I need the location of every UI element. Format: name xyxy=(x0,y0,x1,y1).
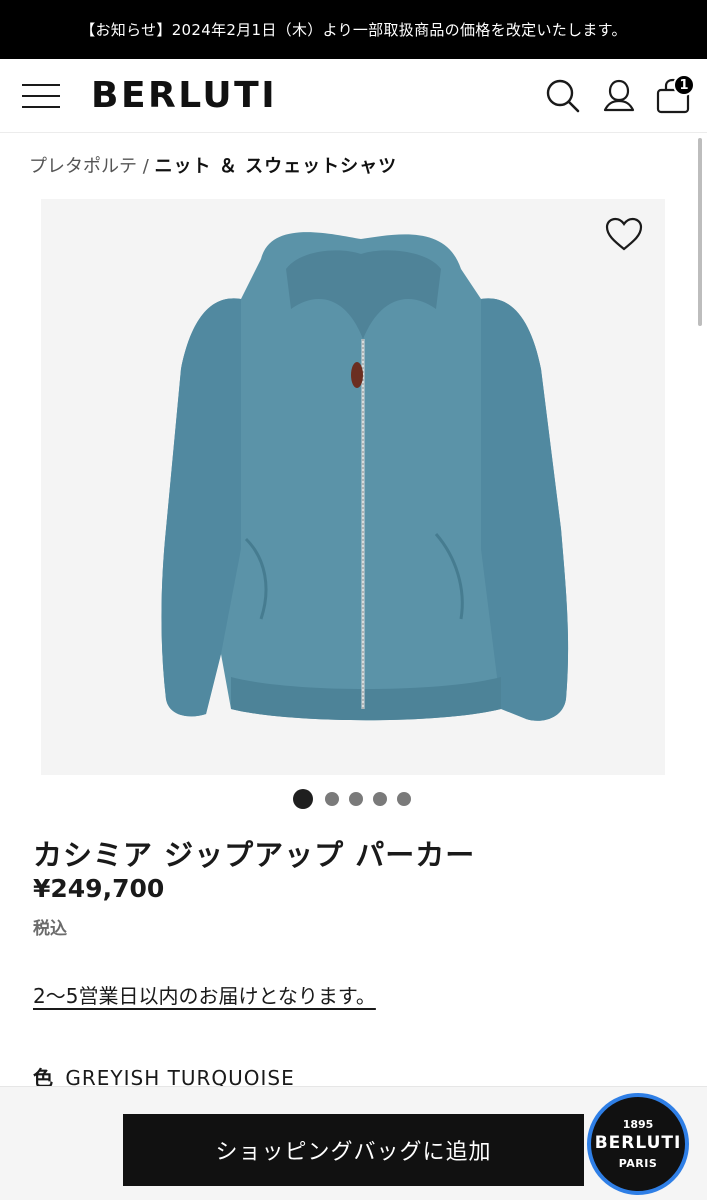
brand-logo[interactable]: BERLUTI xyxy=(91,75,277,116)
search-icon[interactable] xyxy=(545,77,581,115)
seal-brand: BERLUTI xyxy=(594,1133,682,1153)
breadcrumb-parent[interactable]: プレタポルテ xyxy=(29,156,137,177)
product-image[interactable] xyxy=(41,199,665,775)
breadcrumb-current[interactable]: ニット ＆ スウェットシャツ xyxy=(155,156,398,177)
gallery-dot-3[interactable] xyxy=(349,792,363,806)
bag-count-badge: 1 xyxy=(673,74,695,96)
site-header: BERLUTI 1 xyxy=(0,59,707,133)
gallery-dot-2[interactable] xyxy=(325,792,339,806)
heart-icon[interactable] xyxy=(604,216,644,254)
gallery-dot-1[interactable] xyxy=(293,789,313,809)
hoodie-illustration xyxy=(161,232,569,721)
breadcrumb: プレタポルテ / ニット ＆ スウェットシャツ xyxy=(29,152,397,178)
page-scrollbar[interactable] xyxy=(698,138,702,326)
product-title: カシミア ジップアップ パーカー xyxy=(33,838,476,872)
announcement-bar: 【お知らせ】2024年2月1日（木）より一部取扱商品の価格を改定いたします。 xyxy=(0,0,707,59)
tax-note: 税込 xyxy=(33,919,67,939)
product-price: ¥249,700 xyxy=(33,874,165,903)
seal-city: PARIS xyxy=(618,1157,658,1170)
gallery-dot-5[interactable] xyxy=(397,792,411,806)
gallery-dot-4[interactable] xyxy=(373,792,387,806)
menu-icon[interactable] xyxy=(22,83,60,109)
breadcrumb-separator: / xyxy=(142,156,149,177)
seal-year: 1895 xyxy=(622,1118,654,1131)
account-icon[interactable] xyxy=(601,77,637,115)
gallery-pagination xyxy=(293,788,411,810)
announcement-text: 【お知らせ】2024年2月1日（木）より一部取扱商品の価格を改定いたします。 xyxy=(80,21,627,39)
add-to-bag-button[interactable]: ショッピングバッグに追加 xyxy=(123,1114,584,1186)
brand-seal-button[interactable]: 1895 BERLUTI PARIS xyxy=(587,1093,689,1195)
delivery-link[interactable]: 2〜5営業日以内のお届けとなります。 xyxy=(33,980,376,1009)
